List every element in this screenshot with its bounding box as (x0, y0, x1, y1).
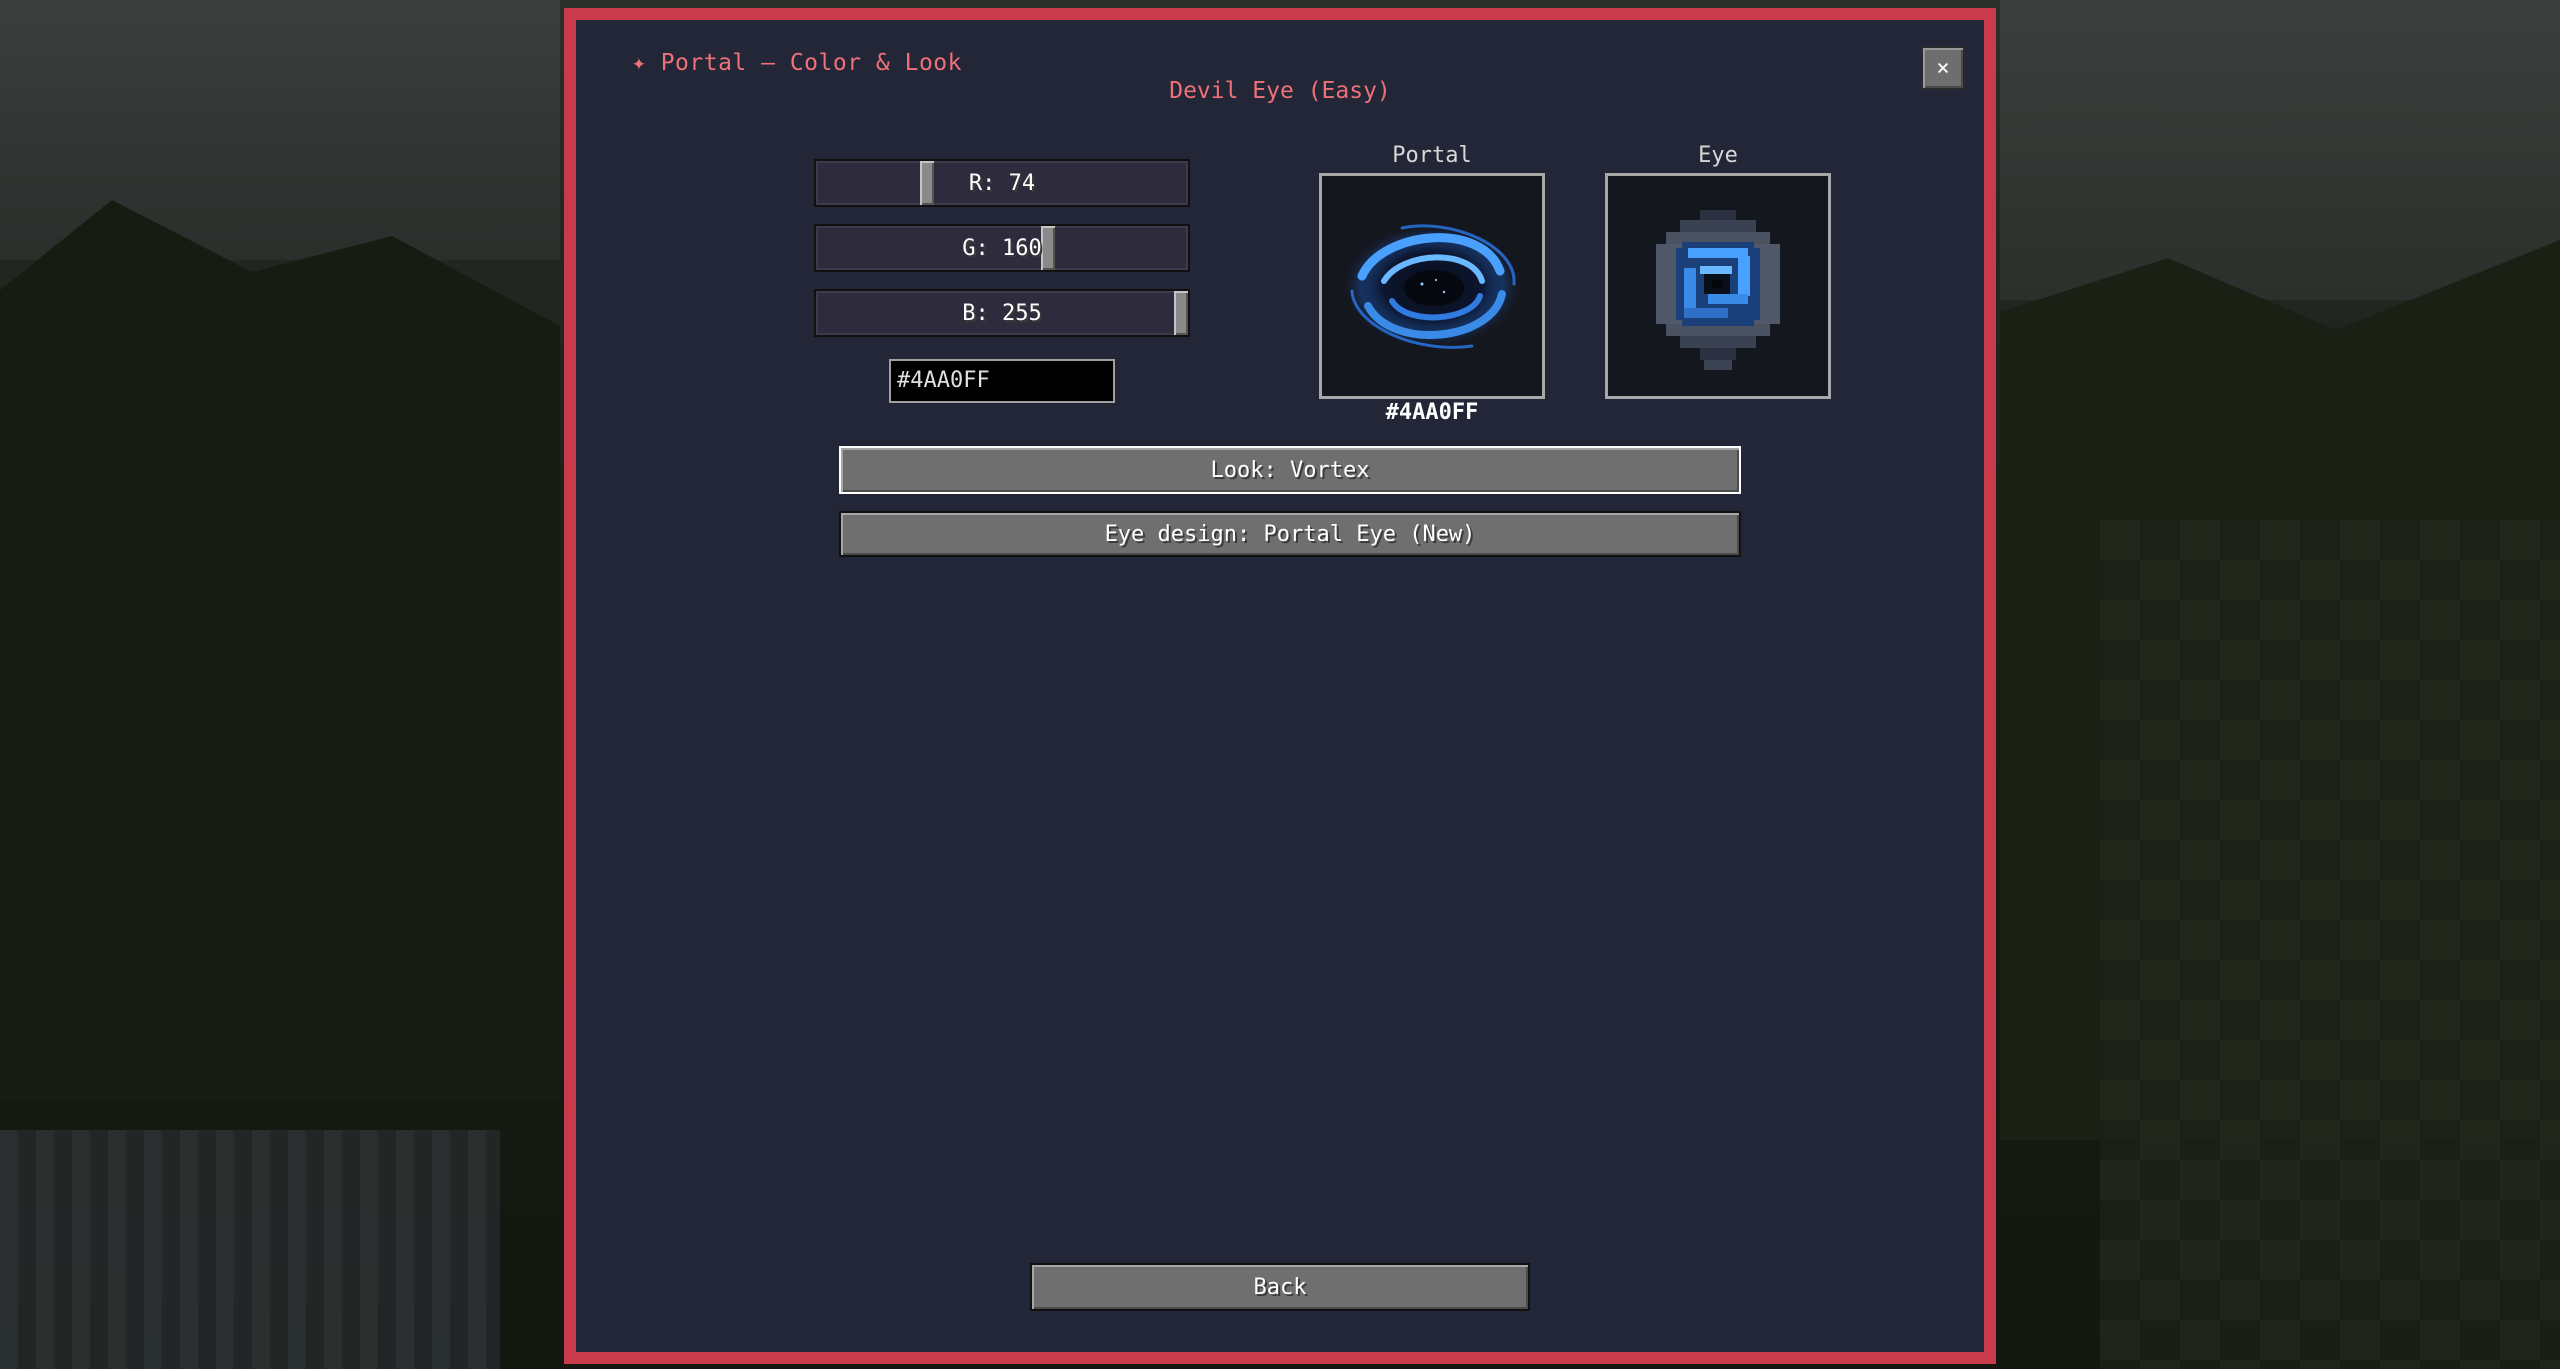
eye-preview-label: Eye (1698, 143, 1738, 168)
portal-settings-dialog: ✦ Portal — Color & Look Devil Eye (Easy)… (564, 8, 1996, 1364)
background-checker-blocks (2100, 520, 2560, 1369)
hex-color-input[interactable]: #4AA0FF (889, 359, 1115, 403)
background-sky-right (2000, 0, 2560, 300)
blue-slider-label: B: 255 (962, 300, 1042, 326)
green-slider-label: G: 160 (962, 235, 1042, 261)
eye-preview (1605, 173, 1831, 399)
look-button[interactable]: Look: Vortex (839, 446, 1741, 494)
portal-hex-caption: #4AA0FF (1385, 400, 1479, 425)
portal-eye-icon (1656, 210, 1780, 370)
dialog-body: ✦ Portal — Color & Look Devil Eye (Easy)… (576, 20, 1984, 1352)
portal-preview (1319, 173, 1545, 399)
blue-slider[interactable]: B: 255 (814, 289, 1190, 337)
background-sky-left (0, 0, 560, 260)
red-slider[interactable]: R: 74 (814, 159, 1190, 207)
portal-preview-label: Portal (1392, 143, 1472, 168)
dialog-header: ✦ Portal — Color & Look (632, 50, 962, 76)
background-glass-blocks (0, 1130, 500, 1369)
background-terrain-left (0, 200, 560, 1100)
back-button[interactable]: Back (1030, 1263, 1530, 1311)
eye-design-button[interactable]: Eye design: Portal Eye (New) (839, 511, 1741, 557)
vortex-portal-icon (1342, 224, 1522, 349)
red-slider-label: R: 74 (968, 170, 1036, 196)
close-icon: × (1936, 55, 1950, 81)
close-button[interactable]: × (1921, 46, 1965, 90)
dialog-subtitle: Devil Eye (Easy) (1169, 78, 1391, 104)
green-slider[interactable]: G: 160 (814, 224, 1190, 272)
